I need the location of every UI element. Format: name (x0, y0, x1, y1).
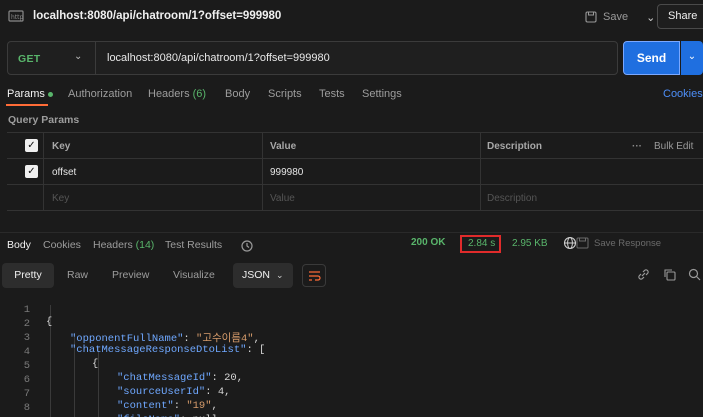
value-cell: 999980 (262, 159, 481, 185)
key-header: Key (52, 141, 71, 152)
http-request-icon: http (8, 10, 24, 22)
tab-settings[interactable]: Settings (362, 88, 402, 100)
code-line: 3 "chatMessageResponseDtoList": [ (0, 320, 703, 356)
chevron-down-icon[interactable]: ⌄ (646, 11, 655, 24)
code-line: 2 "opponentFullName": "고수이름4", (0, 306, 703, 345)
link-icon[interactable] (637, 268, 650, 281)
format-label: JSON (242, 269, 271, 281)
bulk-edit-button[interactable]: Bulk Edit (654, 141, 693, 152)
active-tab-indicator (6, 104, 48, 106)
query-params-label: Query Params (8, 114, 80, 126)
tab-response-headers-label: Headers (93, 239, 133, 251)
value-placeholder[interactable]: Value (270, 193, 295, 204)
code-line: 1 { (0, 292, 703, 328)
top-bar: http localhost:8080/api/chatroom/1?offse… (0, 0, 703, 34)
response-headers-count: (14) (135, 239, 155, 251)
save-label: Save (603, 11, 629, 23)
param-value[interactable]: 999980 (270, 167, 303, 178)
history-icon[interactable] (240, 239, 254, 253)
table-row-empty: Key Value Description (7, 185, 703, 211)
tab-headers[interactable]: Headers (6) (148, 88, 206, 100)
tab-authorization[interactable]: Authorization (68, 88, 132, 100)
code-line: 4 { (0, 334, 703, 370)
code-line: 8 "fileName": null, (0, 390, 703, 417)
tab-tests[interactable]: Tests (319, 88, 345, 100)
response-size[interactable]: 2.95 KB (512, 238, 548, 249)
table-row: ✓ offset 999980 (7, 159, 703, 185)
table-header-row: ✓ Key Value Description ··· Bulk Edit (7, 133, 703, 159)
key-cell: Key (43, 185, 269, 211)
preview-button[interactable]: Preview (112, 263, 149, 288)
cookies-link[interactable]: Cookies (663, 88, 703, 100)
save-response-button[interactable]: Save Response (594, 238, 661, 249)
key-col: Key (43, 133, 269, 159)
key-placeholder[interactable]: Key (52, 193, 69, 204)
raw-button[interactable]: Raw (67, 263, 88, 288)
request-tabs: Params Authorization Headers (6) Body Sc… (0, 84, 703, 106)
response-code-viewer[interactable]: 1 { 2 "opponentFullName": "고수이름4", 3 "ch… (0, 291, 703, 417)
save-icon (585, 11, 597, 23)
method-select[interactable]: GET ⌄ (8, 42, 96, 74)
description-cell: Description (480, 185, 703, 211)
tab-test-results[interactable]: Test Results (165, 239, 222, 251)
select-all-checkbox[interactable]: ✓ (25, 139, 38, 152)
tab-response-body[interactable]: Body (7, 239, 31, 251)
code-line: 6 "sourceUserId": 4, (0, 362, 703, 398)
visualize-button[interactable]: Visualize (173, 263, 215, 288)
globe-icon[interactable] (563, 236, 577, 250)
chevron-down-icon: ⌄ (276, 270, 284, 280)
value-header: Value (270, 141, 297, 152)
code-line: 7 "content": "19", (0, 376, 703, 412)
tab-body[interactable]: Body (225, 88, 250, 100)
url-input[interactable] (107, 52, 607, 64)
tab-params-label: Params (7, 88, 45, 100)
key-cell: offset (43, 159, 269, 185)
tab-headers-label: Headers (148, 88, 190, 100)
description-header: Description (487, 141, 543, 152)
params-table: ✓ Key Value Description ··· Bulk Edit ✓ … (7, 132, 703, 211)
tab-params[interactable]: Params (7, 88, 53, 100)
response-time[interactable]: 2.84 s (468, 238, 495, 249)
save-button[interactable]: Save ⌄ (585, 7, 655, 27)
description-placeholder[interactable]: Description (487, 193, 537, 204)
wrap-lines-button[interactable] (302, 264, 326, 287)
send-options-chevron-icon[interactable]: ⌄ (681, 41, 703, 75)
tab-response-headers[interactable]: Headers (14) (93, 239, 154, 251)
headers-count: (6) (192, 88, 207, 100)
url-bar: GET ⌄ (7, 41, 618, 75)
param-key[interactable]: offset (52, 167, 76, 178)
send-button[interactable]: Send (623, 41, 680, 75)
method-label: GET (18, 53, 41, 65)
format-select[interactable]: JSON ⌄ (233, 263, 293, 288)
tab-scripts[interactable]: Scripts (268, 88, 302, 100)
more-options-icon[interactable]: ··· (632, 141, 642, 152)
chevron-down-icon: ⌄ (74, 51, 83, 62)
share-button[interactable]: Share (657, 4, 703, 29)
save-response-icon (576, 237, 589, 249)
status-badge[interactable]: 200 OK (411, 237, 445, 248)
wrap-icon (309, 271, 321, 281)
value-col: Value (262, 133, 481, 159)
request-title[interactable]: localhost:8080/api/chatroom/1?offset=999… (33, 10, 281, 22)
search-icon[interactable] (688, 268, 701, 281)
value-cell: Value (262, 185, 481, 211)
line-number: 8 (23, 402, 30, 414)
param-description[interactable] (480, 159, 703, 185)
pretty-button[interactable]: Pretty (2, 263, 54, 288)
param-checkbox[interactable]: ✓ (25, 165, 38, 178)
copy-icon[interactable] (663, 268, 676, 281)
svg-text:http: http (11, 14, 24, 21)
params-active-dot (47, 91, 53, 97)
code-line: 5 "chatMessageId": 20, (0, 348, 703, 384)
tab-response-cookies[interactable]: Cookies (43, 239, 81, 251)
